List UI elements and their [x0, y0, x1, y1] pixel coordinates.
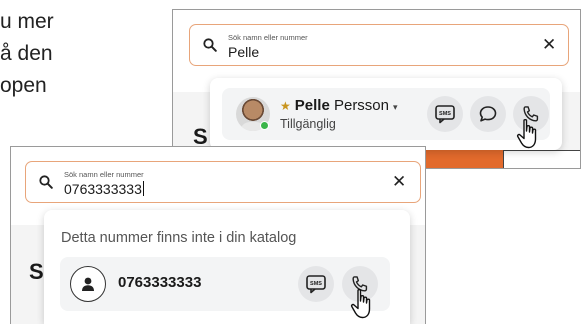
background-text-line: å den [0, 42, 53, 65]
hand-cursor-icon [516, 118, 537, 149]
sms-icon: SMS [435, 105, 455, 124]
sms-button[interactable]: SMS [427, 96, 463, 132]
not-found-message: Detta nummer finns inte i din katalog [61, 230, 297, 246]
sms-icon-text: SMS [439, 111, 451, 117]
chat-bubble-icon [479, 106, 497, 122]
number-result-row[interactable]: 0763333333 SMS [60, 257, 390, 311]
contact-name[interactable]: ★ Pelle Persson ▾ [280, 97, 398, 114]
chat-button[interactable] [470, 96, 506, 132]
sms-icon: SMS [306, 275, 326, 294]
background-text-line: open [0, 74, 47, 97]
sms-button[interactable]: SMS [298, 266, 334, 302]
chevron-down-icon[interactable]: ▾ [393, 102, 398, 112]
primary-button-partial[interactable] [418, 150, 503, 168]
hand-cursor-icon [350, 288, 371, 319]
contact-first-name: Pelle [294, 97, 330, 114]
search-value-text: 0763333333 [64, 181, 142, 197]
search-results-dropdown: ★ Pelle Persson ▾ Tillgänglig SMS [210, 78, 562, 150]
secondary-button-partial[interactable] [503, 150, 580, 168]
search-icon [39, 175, 53, 189]
text-caret [142, 181, 144, 196]
page-heading-partial: S [29, 259, 44, 284]
user-icon [70, 266, 106, 302]
presence-indicator [260, 121, 269, 130]
search-icon [203, 38, 217, 52]
search-label: Sök namn eller nummer [228, 33, 308, 42]
search-input[interactable]: Sök namn eller nummer Pelle ✕ [189, 24, 569, 66]
close-icon[interactable]: ✕ [392, 173, 406, 190]
search-value[interactable]: Pelle [228, 44, 259, 60]
contact-status: Tillgänglig [280, 117, 336, 131]
contact-last-name: Persson [333, 97, 389, 114]
sms-icon-text: SMS [310, 281, 322, 287]
search-label: Sök namn eller nummer [64, 170, 144, 179]
background-text-line: u mer [0, 10, 54, 33]
background-text: u mer å den open [0, 6, 54, 102]
search-value[interactable]: 0763333333 [64, 181, 144, 197]
contact-result-row[interactable]: ★ Pelle Persson ▾ Tillgänglig SMS [222, 88, 550, 140]
search-input[interactable]: Sök namn eller nummer 0763333333 ✕ [25, 161, 421, 203]
close-icon[interactable]: ✕ [542, 36, 556, 53]
phone-number: 0763333333 [118, 274, 202, 291]
star-icon: ★ [280, 99, 291, 113]
